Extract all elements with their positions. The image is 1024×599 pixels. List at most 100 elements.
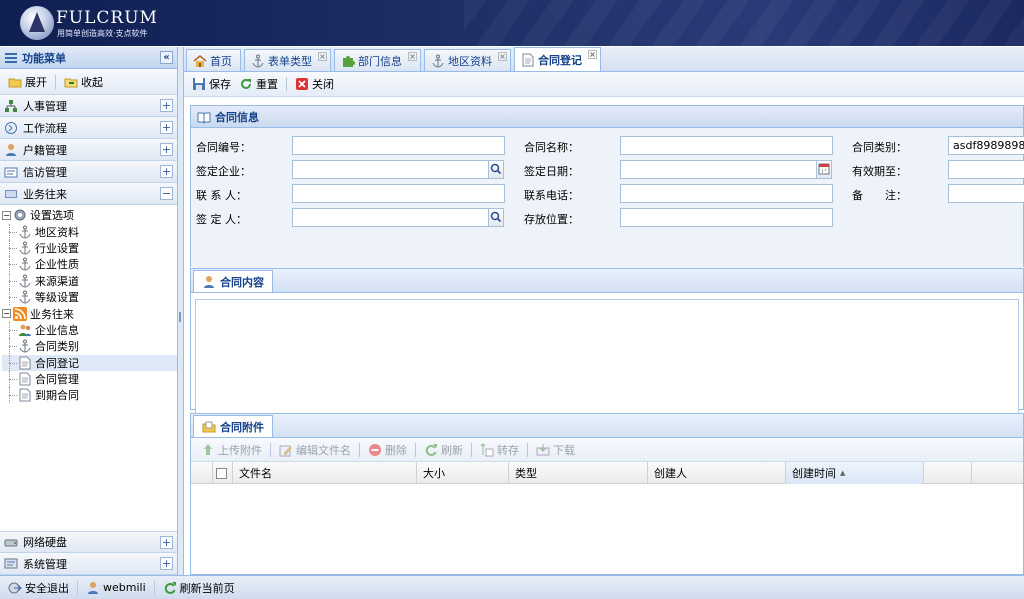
logout-button[interactable]: 安全退出 [4,578,73,598]
contact-input[interactable] [292,184,505,203]
accordion-network-disk[interactable]: 网络硬盘 + [0,531,177,553]
contract-name-label: 合同名称： [524,141,579,154]
tree-node-expired-contract[interactable]: 到期合同 [2,387,177,404]
tree-node-company-info[interactable]: 企业信息 [2,321,177,338]
puzzle-icon [341,54,355,68]
tab-region[interactable]: 地区资料 × [424,49,511,71]
column-header-created-time[interactable]: 创建时间 ▲ [786,462,924,484]
upload-attachment-button[interactable]: 上传附件 [197,440,266,460]
transfer-button[interactable]: 转存 [476,440,523,460]
tab-department[interactable]: 部门信息 × [334,49,421,71]
user-icon [86,581,100,595]
tree-node-source-channel[interactable]: 来源渠道 [2,272,177,289]
signer-input[interactable] [292,208,489,227]
tree-node-contract-register[interactable]: 合同登记 [2,354,177,371]
tree-node-contract-type[interactable]: 合同类别 [2,338,177,355]
expand-toggle[interactable]: + [160,535,173,549]
contract-name-input[interactable] [620,136,833,155]
brand-subtitle: 用简单创造高效·支点软件 [57,29,148,38]
contract-content-tab[interactable]: 合同内容 [193,270,273,292]
storage-location-input[interactable] [620,208,833,227]
tree-node-industry[interactable]: 行业设置 [2,239,177,256]
tree-node-label: 企业信息 [35,323,79,337]
tab-close-icon[interactable]: × [318,52,327,61]
tab-contract-register[interactable]: 合同登记 × [514,47,601,71]
tab-label: 首页 [210,54,232,68]
contract-no-input[interactable] [292,136,505,155]
accordion-workflow[interactable]: 工作流程 + [0,117,177,139]
accordion-business[interactable]: 业务往来 − [0,183,177,205]
accordion-hr-label: 人事管理 [23,99,67,113]
expand-toggle[interactable]: + [160,165,173,178]
signer-search-button[interactable] [488,208,504,227]
tree-node-contract-manage[interactable]: 合同管理 [2,371,177,388]
signing-date-input[interactable] [620,160,817,179]
edit-filename-button[interactable]: 编辑文件名 [275,440,355,460]
contact-phone-input[interactable] [620,184,833,203]
tree-toggle[interactable]: − [2,309,11,319]
delete-button[interactable]: 删除 [364,440,411,460]
date-picker-button[interactable] [816,160,832,179]
save-button[interactable]: 保存 [188,74,235,94]
accordion-petition[interactable]: 信访管理 + [0,161,177,183]
attachments-tab[interactable]: 合同附件 [193,415,273,437]
tree-node-settings[interactable]: − 设置选项 [2,207,177,223]
refresh-button[interactable]: 刷新 [420,440,467,460]
tab-home[interactable]: 首页 [186,49,241,71]
refresh-page-label: 刷新当前页 [179,581,235,595]
collapse-toggle[interactable]: − [160,187,173,200]
tab-form-type[interactable]: 表单类型 × [244,49,331,71]
expand-toggle[interactable]: + [160,99,173,112]
contract-info-panel: 合同信息 合同编号： 合同名称： 合同类别： asdf898989898 签定企… [190,105,1024,268]
upload-label: 上传附件 [218,443,262,457]
attachments-header: 合同附件 [191,414,1023,438]
tree-toolbar: 展开 收起 [0,69,177,95]
tab-close-icon[interactable]: × [588,50,597,59]
signing-company-input[interactable] [292,160,489,179]
refresh-page-button[interactable]: 刷新当前页 [159,578,239,598]
accordion-hr[interactable]: 人事管理 + [0,95,177,117]
column-header-size[interactable]: 大小 [417,462,509,484]
tree-toggle[interactable]: − [2,210,11,220]
current-user[interactable]: webmili [82,578,150,598]
anchor-icon [18,339,32,353]
column-header-type[interactable]: 类型 [509,462,648,484]
column-header-extra [924,462,972,484]
expand-toggle[interactable]: + [160,143,173,156]
accordion-system[interactable]: 系统管理 + [0,553,177,575]
folder-collapse-icon [64,75,78,89]
expand-toggle[interactable]: + [160,557,173,570]
expand-all-button[interactable]: 展开 [4,72,51,92]
select-all-checkbox[interactable] [213,462,233,484]
signing-company-search-button[interactable] [488,160,504,179]
attachments-grid-header: 文件名 大小 类型 创建人 创建时间 ▲ [191,462,1023,484]
tree-connector [2,321,18,338]
expand-toggle[interactable]: + [160,121,173,134]
tree-node-region[interactable]: 地区资料 [2,223,177,240]
book-icon [197,110,211,124]
tree-node-enterprise-nature[interactable]: 企业性质 [2,256,177,273]
valid-until-input[interactable] [948,160,1024,179]
accordion-household[interactable]: 户籍管理 + [0,139,177,161]
collapse-all-button[interactable]: 收起 [60,72,107,92]
storage-location-label: 存放位置： [524,213,579,226]
tab-close-icon[interactable]: × [498,52,507,61]
close-button[interactable]: 关闭 [291,74,338,94]
signing-company-label: 签定企业： [196,165,251,178]
column-header-creator[interactable]: 创建人 [648,462,786,484]
contract-content-editor[interactable] [195,299,1019,415]
tree-node-business[interactable]: − 业务往来 [2,305,177,321]
column-header-filename[interactable]: 文件名 [233,462,417,484]
tab-close-icon[interactable]: × [408,52,417,61]
reset-button[interactable]: 重置 [235,74,282,94]
accordion-workflow-label: 工作流程 [23,121,67,135]
people-icon [18,323,32,337]
accordion-network-disk-label: 网络硬盘 [23,536,67,549]
contract-type-input[interactable]: asdf898989898 [948,136,1024,155]
remark-input[interactable] [948,184,1024,203]
tree-connector [2,354,18,371]
collapse-panel-button[interactable]: « [160,51,173,64]
download-button[interactable]: 下载 [532,440,579,460]
document-icon [18,388,32,402]
tree-node-level[interactable]: 等级设置 [2,289,177,306]
